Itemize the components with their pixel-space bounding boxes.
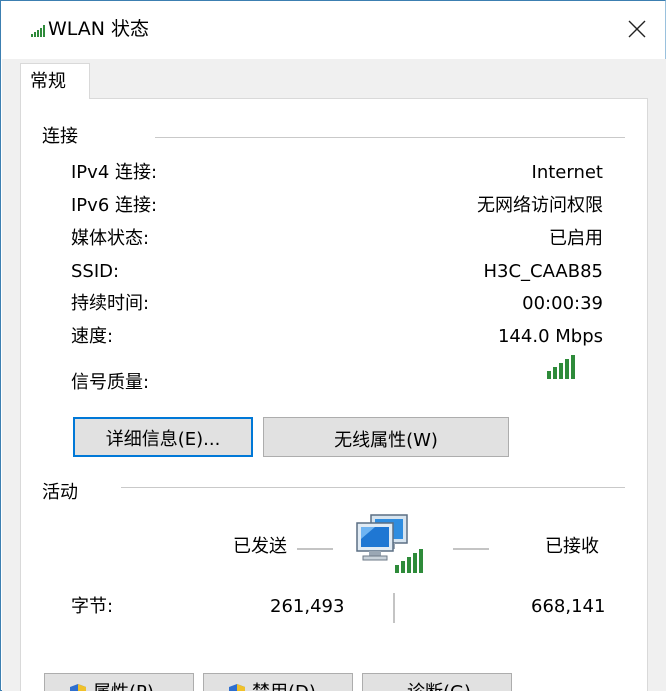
- signal-bar: [559, 363, 563, 379]
- ipv6-label: IPv6 连接:: [71, 195, 158, 216]
- duration-value: 00:00:39: [522, 293, 603, 314]
- ssid-value: H3C_CAAB85: [483, 261, 603, 282]
- speed-label: 速度:: [71, 326, 114, 347]
- bytes-received-value: 668,141: [531, 596, 606, 617]
- ipv6-value: 无网络访问权限: [477, 195, 603, 216]
- admin-shield-icon: [70, 684, 86, 691]
- close-button[interactable]: [615, 9, 659, 49]
- received-label: 已接收: [545, 536, 599, 557]
- tab-general[interactable]: 常规: [20, 63, 90, 99]
- window-title: WLAN 状态: [48, 18, 150, 40]
- activity-divider: [121, 487, 625, 488]
- media-state-label: 媒体状态:: [71, 228, 150, 249]
- tab-general-label: 常规: [30, 71, 66, 92]
- media-state-value: 已启用: [549, 228, 603, 249]
- activity-heading: 活动: [42, 482, 78, 503]
- bytes-sent-value: 261,493: [270, 596, 345, 617]
- diagnose-button-label: 诊断(G): [407, 682, 471, 691]
- properties-button-label: 属性(P): [93, 682, 154, 691]
- signal-bar: [565, 359, 569, 379]
- connection-heading: 连接: [42, 126, 78, 147]
- speed-value: 144.0 Mbps: [497, 326, 603, 347]
- network-computers-icon: [356, 514, 423, 573]
- wlan-status-window: WLAN 状态 常规 连接 IPv4 连接: Internet IPv6 连接:…: [0, 0, 666, 691]
- disable-button[interactable]: 禁用(D): [203, 673, 353, 691]
- ssid-label: SSID:: [71, 261, 120, 282]
- details-button[interactable]: 详细信息(E)...: [73, 417, 253, 457]
- properties-button[interactable]: 属性(P): [44, 673, 194, 691]
- diagnose-button[interactable]: 诊断(G): [362, 673, 512, 691]
- admin-shield-icon: [229, 684, 245, 691]
- disable-button-label: 禁用(D): [252, 682, 316, 691]
- client-area: 常规 连接 IPv4 连接: Internet IPv6 连接: 无网络访问权限…: [2, 59, 666, 691]
- signal-bar: [553, 367, 557, 379]
- general-panel: 连接 IPv4 连接: Internet IPv6 连接: 无网络访问权限 媒体…: [20, 98, 648, 691]
- signal-quality-label: 信号质量:: [71, 372, 150, 393]
- ipv4-label: IPv4 连接:: [71, 162, 158, 183]
- bytes-label: 字节:: [71, 596, 114, 617]
- ipv4-value: Internet: [531, 162, 603, 183]
- sent-label: 已发送: [233, 536, 287, 557]
- wifi-signal-icon: [31, 25, 45, 37]
- close-icon: [628, 20, 646, 38]
- signal-strength-icon: [547, 355, 575, 379]
- bytes-separator: [393, 593, 395, 623]
- connection-divider: [155, 137, 625, 138]
- signal-bar: [571, 355, 575, 379]
- received-dash: [453, 548, 489, 550]
- wireless-properties-button[interactable]: 无线属性(W): [263, 417, 509, 457]
- duration-label: 持续时间:: [71, 293, 150, 314]
- title-bar[interactable]: WLAN 状态: [1, 1, 665, 59]
- signal-bar: [547, 371, 551, 379]
- sent-dash: [297, 548, 333, 550]
